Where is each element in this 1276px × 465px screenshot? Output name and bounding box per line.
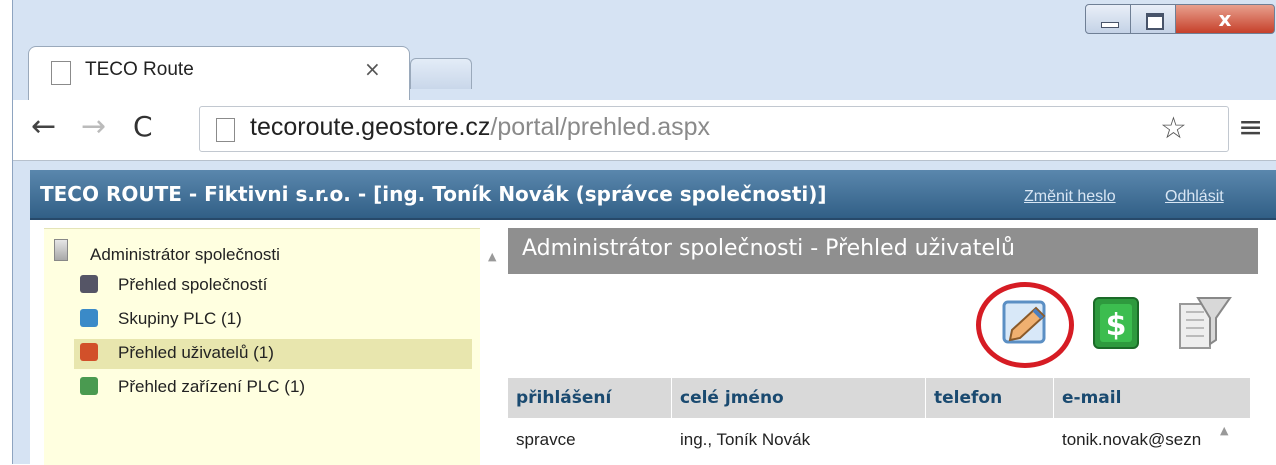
table-row[interactable]: spravce ing., Toník Novák tonik.novak@se… xyxy=(508,418,1250,458)
companies-icon xyxy=(80,275,98,293)
maximize-button[interactable] xyxy=(1130,4,1176,34)
column-header-login[interactable]: přihlášení xyxy=(508,378,672,418)
close-window-button[interactable]: x xyxy=(1175,4,1275,34)
tab-title: TECO Route xyxy=(85,59,194,80)
plc-groups-icon xyxy=(80,309,98,327)
url-text[interactable]: tecoroute.geostore.cz/portal/prehled.asp… xyxy=(250,113,710,142)
sidebar-item-users[interactable]: Přehled uživatelů (1) xyxy=(74,339,472,369)
sidebar-item-label: Skupiny PLC (1) xyxy=(118,309,242,328)
bookmark-star-icon[interactable]: ☆ xyxy=(1160,111,1187,146)
minimize-button[interactable] xyxy=(1085,4,1131,34)
page-icon xyxy=(51,61,71,85)
browser-toolbar: ← → C tecoroute.geostore.cz/portal/prehl… xyxy=(13,100,1276,161)
column-header-phone[interactable]: telefon xyxy=(926,378,1054,418)
back-icon[interactable]: ← xyxy=(31,110,56,144)
section-header: Administrátor společnosti - Přehled uživ… xyxy=(508,228,1258,274)
billing-icon[interactable]: $ xyxy=(1088,294,1146,352)
sidebar-item-companies[interactable]: Přehled společností xyxy=(74,271,474,301)
cell-login: spravce xyxy=(516,430,576,449)
cell-full-name: ing., Toník Novák xyxy=(680,430,811,449)
sidebar-item-plc-devices[interactable]: Přehled zařízení PLC (1) xyxy=(74,373,474,403)
section-title: Administrátor společnosti - Přehled uživ… xyxy=(522,236,1015,261)
logout-link[interactable]: Odhlásit xyxy=(1165,188,1224,206)
app-header: TECO ROUTE - Fiktivni s.r.o. - [ing. Ton… xyxy=(30,170,1276,220)
scroll-up-arrow-icon[interactable]: ▲ xyxy=(1220,424,1228,437)
folder-icon xyxy=(54,239,68,261)
scroll-up-arrow-icon[interactable]: ▲ xyxy=(488,250,496,263)
sidebar-item-label: Přehled společností xyxy=(118,275,268,294)
sidebar-item-label: Přehled zařízení PLC (1) xyxy=(118,377,306,396)
sidebar: Administrátor společnosti Přehled společ… xyxy=(44,228,480,465)
url-path: /portal/prehled.aspx xyxy=(490,113,711,141)
cell-phone xyxy=(926,418,1054,458)
reload-icon[interactable]: C xyxy=(133,110,153,144)
forward-icon[interactable]: → xyxy=(81,110,106,144)
sidebar-item-plc-groups[interactable]: Skupiny PLC (1) xyxy=(74,305,474,335)
users-icon xyxy=(80,343,98,361)
address-bar[interactable]: tecoroute.geostore.cz/portal/prehled.asp… xyxy=(199,106,1229,152)
menu-icon[interactable]: ≡ xyxy=(1238,110,1263,145)
change-password-link[interactable]: Změnit heslo xyxy=(1024,188,1116,206)
url-host: tecoroute.geostore.cz xyxy=(250,113,491,141)
page-title: TECO ROUTE - Fiktivni s.r.o. - [ing. Ton… xyxy=(40,182,827,206)
column-header-email[interactable]: e-mail xyxy=(1054,378,1250,418)
tab-teco-route[interactable]: TECO Route × xyxy=(28,46,410,101)
filter-icon[interactable] xyxy=(1174,294,1232,352)
dollar-glyph: $ xyxy=(1106,308,1127,343)
main-panel: Administrátor společnosti - Přehled uživ… xyxy=(508,228,1276,464)
column-header-full-name[interactable]: celé jméno xyxy=(672,378,926,418)
edit-icon[interactable] xyxy=(998,294,1056,352)
page-icon xyxy=(216,118,235,142)
tab-close-icon[interactable]: × xyxy=(364,57,381,81)
cell-email: tonik.novak@sezn xyxy=(1062,430,1202,449)
sidebar-item-label: Přehled uživatelů (1) xyxy=(118,343,274,362)
tree-root-label: Administrátor společnosti xyxy=(90,245,280,264)
table-header: přihlášení celé jméno telefon e-mail xyxy=(508,378,1250,418)
app-page: TECO ROUTE - Fiktivni s.r.o. - [ing. Ton… xyxy=(30,170,1276,465)
new-tab-button[interactable] xyxy=(410,58,472,89)
plc-devices-icon xyxy=(80,377,98,395)
